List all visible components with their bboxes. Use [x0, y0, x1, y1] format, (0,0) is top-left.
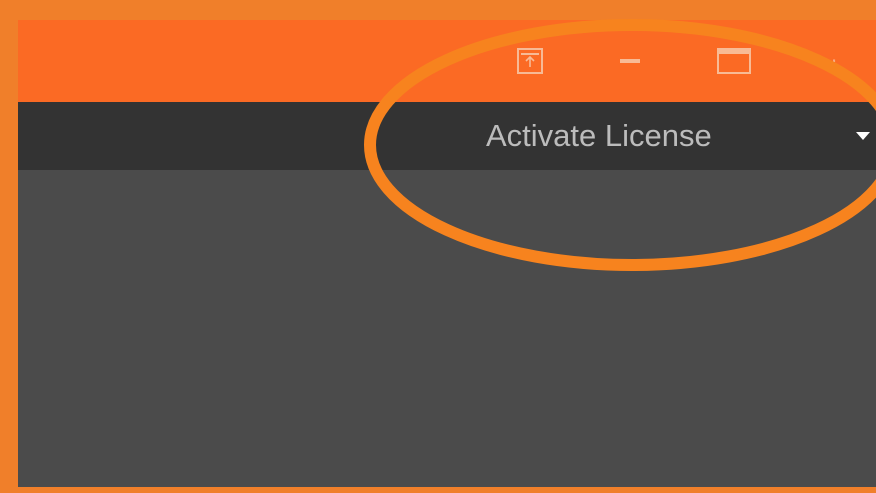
minimize-button[interactable]	[600, 20, 660, 102]
minimize-icon	[620, 59, 640, 63]
activate-license-button[interactable]: Activate License	[486, 102, 712, 170]
menu-bar: Activate License	[18, 102, 876, 170]
app-window: · Activate License	[18, 20, 876, 487]
maximize-button[interactable]	[704, 20, 764, 102]
title-bar: ·	[18, 20, 876, 102]
content-area	[18, 170, 876, 487]
upload-icon	[517, 48, 543, 74]
caret-down-icon[interactable]	[856, 132, 870, 140]
maximize-icon	[717, 48, 751, 74]
upload-button[interactable]	[500, 20, 560, 102]
close-icon: ·	[830, 49, 838, 73]
close-button[interactable]: ·	[804, 20, 864, 102]
